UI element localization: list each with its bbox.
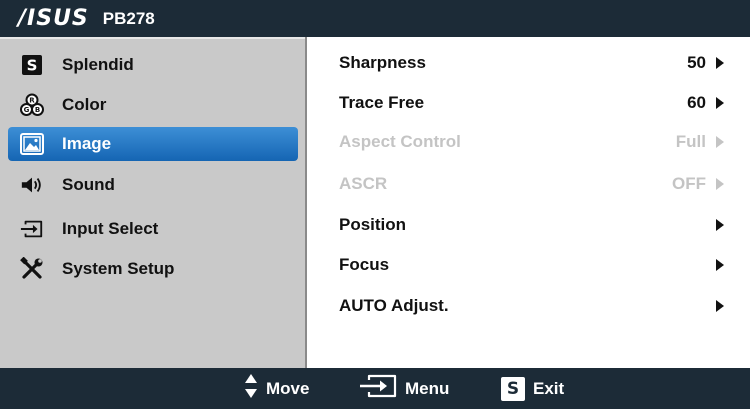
setting-label: Focus bbox=[339, 255, 390, 274]
setting-label: ASCR bbox=[339, 174, 388, 193]
setting-trace-free[interactable]: Trace Free 60 bbox=[339, 89, 724, 117]
menu-enter-icon bbox=[359, 374, 397, 403]
speaker-icon bbox=[20, 173, 44, 197]
setting-auto-adjust[interactable]: AUTO Adjust. bbox=[339, 292, 724, 320]
arrow-right-icon bbox=[716, 300, 724, 312]
menu-item-sound[interactable]: Sound bbox=[8, 168, 298, 202]
setting-value: Full bbox=[675, 132, 706, 151]
hint-label: Menu bbox=[405, 378, 450, 398]
brand-logo: /ISUS bbox=[18, 6, 89, 31]
menu-item-label: Input Select bbox=[62, 219, 159, 238]
setting-label: AUTO Adjust. bbox=[339, 296, 449, 315]
svg-text:R: R bbox=[29, 97, 35, 105]
hint-exit: S Exit bbox=[501, 368, 564, 409]
svg-text:G: G bbox=[24, 106, 30, 114]
setting-aspect-control: Aspect Control Full bbox=[339, 128, 724, 156]
menu-item-image[interactable]: Image bbox=[8, 127, 298, 161]
osd-window: /ISUS PB278 S Splendid R G B Color Image… bbox=[0, 0, 750, 409]
arrow-right-icon bbox=[716, 136, 724, 148]
setting-label: Aspect Control bbox=[339, 132, 461, 151]
setting-focus[interactable]: Focus bbox=[339, 251, 724, 279]
image-settings-panel: Sharpness 50 Trace Free 60 Aspect Contro… bbox=[307, 37, 750, 368]
osd-footer: Move Menu S Exit bbox=[0, 368, 750, 409]
setting-value: 50 bbox=[687, 53, 706, 72]
arrow-right-icon bbox=[716, 219, 724, 231]
setting-ascr: ASCR OFF bbox=[339, 170, 724, 198]
hint-menu: Menu bbox=[359, 368, 449, 409]
setting-value: 60 bbox=[687, 93, 706, 112]
arrow-right-icon bbox=[716, 97, 724, 109]
setting-label: Position bbox=[339, 215, 407, 234]
input-arrow-icon bbox=[20, 217, 44, 241]
main-menu: S Splendid R G B Color Image Sound Input… bbox=[0, 37, 305, 368]
svg-text:B: B bbox=[35, 106, 40, 114]
setting-label: Sharpness bbox=[339, 53, 426, 72]
menu-item-label: Color bbox=[62, 95, 107, 114]
menu-item-label: Sound bbox=[62, 175, 115, 194]
arrow-right-icon bbox=[716, 178, 724, 190]
menu-item-label: Splendid bbox=[62, 55, 134, 74]
hint-label: Exit bbox=[533, 378, 565, 398]
menu-item-splendid[interactable]: S Splendid bbox=[8, 48, 298, 82]
hint-label: Move bbox=[266, 378, 310, 398]
arrow-right-icon bbox=[716, 259, 724, 271]
osd-header: /ISUS PB278 bbox=[0, 0, 750, 37]
up-down-arrow-icon bbox=[244, 373, 258, 404]
setting-label: Trace Free bbox=[339, 93, 425, 112]
model-name: PB278 bbox=[102, 8, 155, 28]
menu-item-label: Image bbox=[62, 134, 112, 153]
setting-value: OFF bbox=[672, 174, 706, 193]
menu-item-color[interactable]: R G B Color bbox=[8, 88, 298, 122]
setting-position[interactable]: Position bbox=[339, 211, 724, 239]
menu-item-system-setup[interactable]: System Setup bbox=[8, 252, 298, 286]
rgb-circles-icon: R G B bbox=[20, 93, 44, 117]
menu-item-label: System Setup bbox=[62, 259, 175, 278]
splendid-s-icon: S bbox=[20, 53, 44, 77]
hint-move: Move bbox=[244, 368, 309, 409]
tools-icon bbox=[20, 257, 44, 281]
menu-item-input-select[interactable]: Input Select bbox=[8, 212, 298, 246]
setting-sharpness[interactable]: Sharpness 50 bbox=[339, 49, 724, 77]
arrow-right-icon bbox=[716, 57, 724, 69]
exit-s-key-icon: S bbox=[501, 376, 525, 401]
svg-text:S: S bbox=[27, 57, 38, 75]
image-icon bbox=[20, 132, 44, 156]
